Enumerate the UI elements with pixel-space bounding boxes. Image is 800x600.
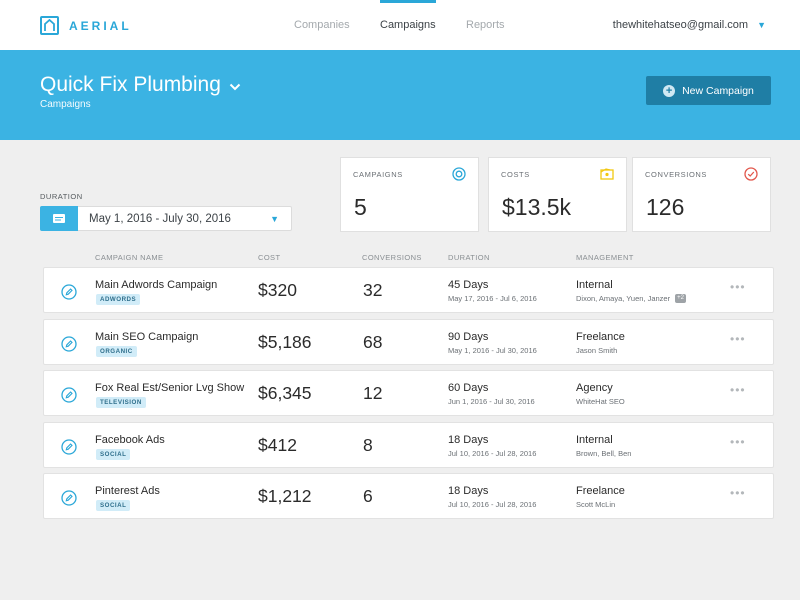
campaign-tag: ORGANIC [96, 346, 137, 357]
calendar-icon [40, 206, 78, 231]
campaign-people: Dixon, Amaya, Yuen, Janzer +2 [576, 294, 687, 303]
stat-card-campaigns: CAMPAIGNS 5 [340, 157, 479, 232]
campaign-cost: $5,186 [258, 332, 312, 352]
edit-icon[interactable] [61, 336, 77, 357]
campaign-conversions: 6 [363, 486, 373, 506]
brand-name: AERIAL [69, 18, 132, 33]
campaign-tag: SOCIAL [96, 449, 131, 460]
column-header-management[interactable]: MANAGEMENT [576, 253, 634, 262]
campaign-people: Brown, Bell, Ben [576, 449, 632, 458]
table-row[interactable]: Facebook Ads SOCIAL $412 8 18 Days Jul 1… [43, 422, 774, 468]
campaign-dates: May 17, 2016 - Jul 6, 2016 [448, 294, 537, 303]
logo-icon [40, 16, 59, 35]
table-row[interactable]: Main Adwords Campaign ADWORDS $320 32 45… [43, 267, 774, 313]
check-circle-icon [744, 167, 758, 186]
tab-reports[interactable]: Reports [466, 0, 505, 50]
campaign-conversions: 68 [363, 332, 383, 352]
campaign-conversions: 12 [363, 383, 383, 403]
chevron-down-icon: ▼ [757, 20, 766, 30]
campaign-name[interactable]: Facebook Ads [95, 434, 165, 446]
campaign-conversions: 8 [363, 435, 373, 455]
page-subtitle: Campaigns [40, 99, 91, 110]
campaign-management: Freelance [576, 331, 625, 343]
stat-label: COSTS [501, 170, 530, 179]
column-header-duration[interactable]: DURATION [448, 253, 490, 262]
campaign-duration: 45 Days [448, 279, 489, 291]
more-options-icon[interactable]: ••• [730, 383, 746, 397]
new-campaign-button[interactable]: + New Campaign [646, 76, 771, 105]
column-header-cost[interactable]: COST [258, 253, 280, 262]
campaign-name[interactable]: Main Adwords Campaign [95, 279, 217, 291]
campaign-duration: 60 Days [448, 382, 489, 394]
more-people-badge[interactable]: +2 [675, 294, 687, 303]
stat-card-conversions: CONVERSIONS 126 [632, 157, 771, 232]
table-row[interactable]: Main SEO Campaign ORGANIC $5,186 68 90 D… [43, 319, 774, 365]
campaign-tag: TELEVISION [96, 397, 146, 408]
plus-icon: + [663, 84, 676, 97]
edit-icon[interactable] [61, 439, 77, 460]
new-campaign-label: New Campaign [682, 84, 754, 97]
stat-label: CAMPAIGNS [353, 170, 403, 179]
campaign-cost: $412 [258, 435, 297, 455]
duration-select[interactable]: May 1, 2016 - July 30, 2016 ▼ [40, 206, 292, 231]
campaign-dates: Jul 10, 2016 - Jul 28, 2016 [448, 500, 537, 509]
campaign-duration: 18 Days [448, 434, 489, 446]
campaign-duration: 18 Days [448, 485, 489, 497]
edit-icon[interactable] [61, 284, 77, 305]
chevron-down-icon: ▼ [270, 214, 279, 224]
stat-card-costs: COSTS $13.5k [488, 157, 627, 232]
table-row[interactable]: Fox Real Est/Senior Lvg Show TELEVISION … [43, 370, 774, 416]
table-row[interactable]: Pinterest Ads SOCIAL $1,212 6 18 Days Ju… [43, 473, 774, 519]
campaign-cost: $320 [258, 280, 297, 300]
campaign-tag: SOCIAL [96, 500, 131, 511]
campaign-cost: $6,345 [258, 383, 312, 403]
campaign-people: WhiteHat SEO [576, 397, 625, 406]
campaign-people: Jason Smith [576, 346, 618, 355]
edit-icon[interactable] [61, 387, 77, 408]
page-header: Quick Fix Plumbing Campaigns + New Campa… [0, 50, 800, 140]
campaign-name[interactable]: Fox Real Est/Senior Lvg Show [95, 382, 244, 394]
more-options-icon[interactable]: ••• [730, 435, 746, 449]
more-options-icon[interactable]: ••• [730, 486, 746, 500]
page-title: Quick Fix Plumbing [40, 73, 221, 96]
people-names: Dixon, Amaya, Yuen, Janzer [576, 294, 671, 303]
target-icon [452, 167, 466, 186]
column-header-name[interactable]: CAMPAIGN NAME [95, 253, 163, 262]
campaign-management: Freelance [576, 485, 625, 497]
logo[interactable]: AERIAL [40, 16, 132, 35]
user-email: thewhitehatseo@gmail.com [612, 19, 749, 31]
stat-value: 126 [646, 194, 685, 220]
campaign-dates: May 1, 2016 - Jul 30, 2016 [448, 346, 537, 355]
more-options-icon[interactable]: ••• [730, 280, 746, 294]
campaign-dates: Jun 1, 2016 - Jul 30, 2016 [448, 397, 535, 406]
campaign-management: Agency [576, 382, 613, 394]
campaign-management: Internal [576, 434, 613, 446]
more-options-icon[interactable]: ••• [730, 332, 746, 346]
tab-companies[interactable]: Companies [294, 0, 350, 50]
campaign-people: Scott McLin [576, 500, 616, 509]
stat-value: $13.5k [502, 194, 572, 220]
top-nav: AERIAL Companies Campaigns Reports thewh… [0, 0, 800, 50]
money-icon [600, 167, 614, 185]
campaign-name[interactable]: Main SEO Campaign [95, 331, 198, 343]
campaign-management: Internal [576, 279, 613, 291]
campaign-conversions: 32 [363, 280, 383, 300]
campaign-name[interactable]: Pinterest Ads [95, 485, 160, 497]
campaign-dates: Jul 10, 2016 - Jul 28, 2016 [448, 449, 537, 458]
tab-campaigns[interactable]: Campaigns [380, 0, 436, 50]
campaign-tag: ADWORDS [96, 294, 141, 305]
stat-value: 5 [354, 194, 367, 220]
column-header-conversions[interactable]: CONVERSIONS [362, 253, 422, 262]
user-menu[interactable]: thewhitehatseo@gmail.com ▼ [613, 19, 766, 31]
campaign-duration: 90 Days [448, 331, 489, 343]
duration-label: DURATION [40, 192, 83, 201]
chevron-down-icon[interactable] [229, 78, 241, 96]
stat-label: CONVERSIONS [645, 170, 708, 179]
edit-icon[interactable] [61, 490, 77, 511]
duration-value: May 1, 2016 - July 30, 2016 [89, 213, 231, 225]
campaign-cost: $1,212 [258, 486, 312, 506]
